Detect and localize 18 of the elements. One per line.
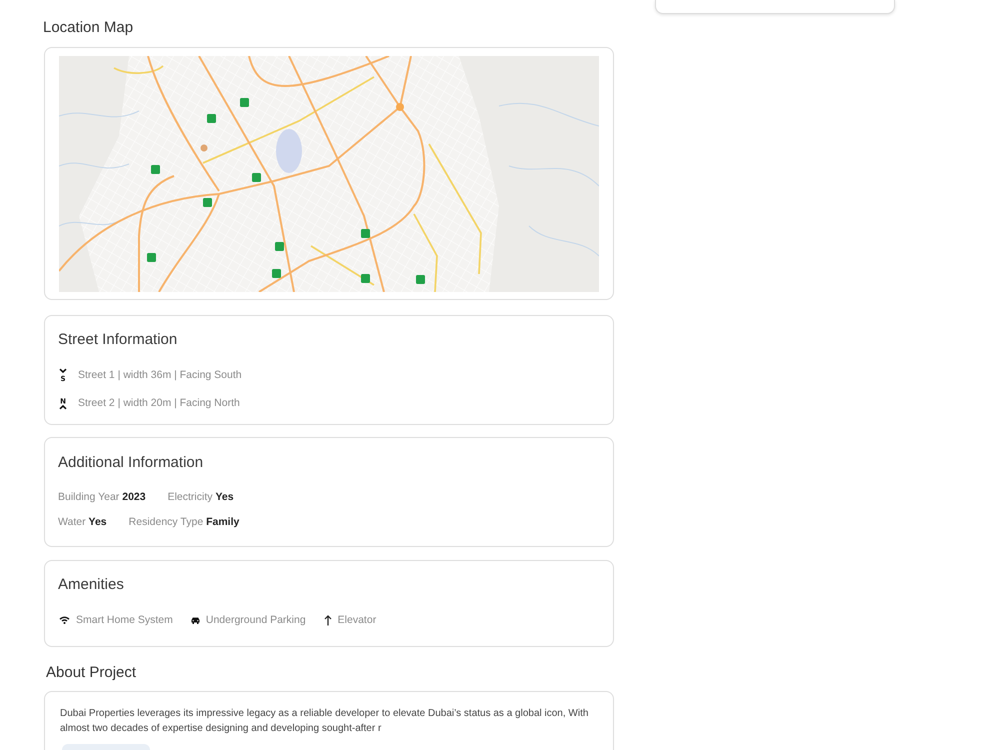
street-text: Street 2 | width 20m | Facing North — [78, 396, 240, 411]
wifi-icon — [59, 616, 70, 624]
amenity-label: Smart Home System — [76, 613, 173, 628]
info-item: Building Year 2023 — [58, 490, 146, 505]
amenity-label: Underground Parking — [206, 613, 306, 628]
card-title: Additional Information — [58, 454, 204, 472]
about-text: Dubai Properties leverages its impressive legacy as a reliable developer to elevate Dubai’s status as a global icon, With almost two decades of expertise designing and developing sought-after r — [60, 707, 590, 736]
amenity-label: Elevator — [338, 613, 376, 628]
info-item: Electricity Yes — [168, 490, 234, 505]
street-text: Street 1 | width 36m | Facing South — [78, 368, 242, 383]
section-title: Location Map — [43, 19, 134, 37]
card-title: Amenities — [58, 576, 124, 594]
card-title: Street Information — [58, 331, 178, 349]
section-title: About Project — [46, 664, 136, 682]
info-item: Water Yes — [58, 515, 107, 530]
info-item: Residency Type Family — [128, 515, 240, 530]
arrow-up-icon — [324, 614, 332, 626]
car-icon — [190, 616, 200, 624]
